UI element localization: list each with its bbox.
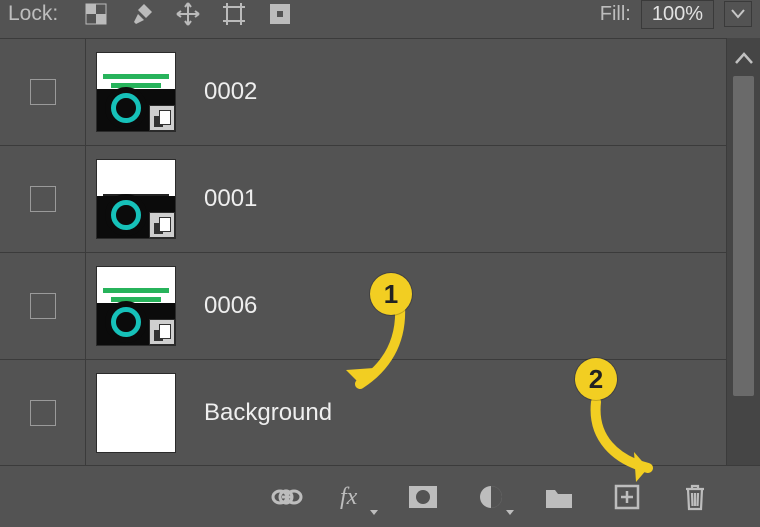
fx-button[interactable]: fx — [338, 480, 372, 514]
layer-thumbnail[interactable] — [86, 360, 186, 466]
mask-button[interactable] — [406, 480, 440, 514]
annotation-badge-2: 2 — [575, 358, 617, 400]
scroll-up-icon[interactable] — [727, 44, 760, 72]
lock-transparency-icon[interactable] — [82, 1, 110, 27]
group-button[interactable] — [542, 480, 576, 514]
layer-thumbnail[interactable] — [86, 39, 186, 145]
new-layer-button[interactable] — [610, 480, 644, 514]
trash-button[interactable] — [678, 480, 712, 514]
lock-label: Lock: — [8, 2, 58, 26]
layer-thumbnail[interactable] — [86, 253, 186, 359]
link-layers-button[interactable] — [270, 480, 304, 514]
annotation-arrow-2 — [582, 396, 672, 484]
svg-text:fx: fx — [340, 484, 358, 510]
fill-label: Fill: — [600, 3, 631, 26]
visibility-toggle[interactable] — [0, 146, 86, 252]
lock-all-icon[interactable] — [266, 1, 294, 27]
fill-dropdown-button[interactable] — [724, 1, 752, 27]
layer-name[interactable]: 0001 — [186, 185, 257, 213]
fill-control: Fill: 100% — [600, 0, 752, 29]
layer-name[interactable]: 0002 — [186, 78, 257, 106]
lock-artboard-icon[interactable] — [220, 1, 248, 27]
smart-object-icon — [149, 105, 175, 131]
visibility-toggle[interactable] — [0, 39, 86, 145]
visibility-toggle[interactable] — [0, 360, 86, 466]
fill-value-input[interactable]: 100% — [641, 0, 714, 29]
smart-object-icon — [149, 212, 175, 238]
layer-thumbnail[interactable] — [86, 146, 186, 252]
lock-brush-icon[interactable] — [128, 1, 156, 27]
scroll-thumb[interactable] — [733, 76, 754, 396]
adjustment-layer-button[interactable] — [474, 480, 508, 514]
layer-row[interactable]: 0002 — [0, 39, 760, 146]
layer-row[interactable]: 0001 — [0, 146, 760, 253]
layer-name[interactable]: 0006 — [186, 292, 257, 320]
visibility-toggle[interactable] — [0, 253, 86, 359]
lock-move-icon[interactable] — [174, 1, 202, 27]
annotation-arrow-1 — [340, 298, 420, 398]
layers-scrollbar[interactable] — [726, 38, 760, 465]
smart-object-icon — [149, 319, 175, 345]
annotation-badge-1: 1 — [370, 273, 412, 315]
layer-name[interactable]: Background — [186, 399, 332, 427]
lock-toolbar: Lock: Fill: 100% — [0, 0, 760, 28]
